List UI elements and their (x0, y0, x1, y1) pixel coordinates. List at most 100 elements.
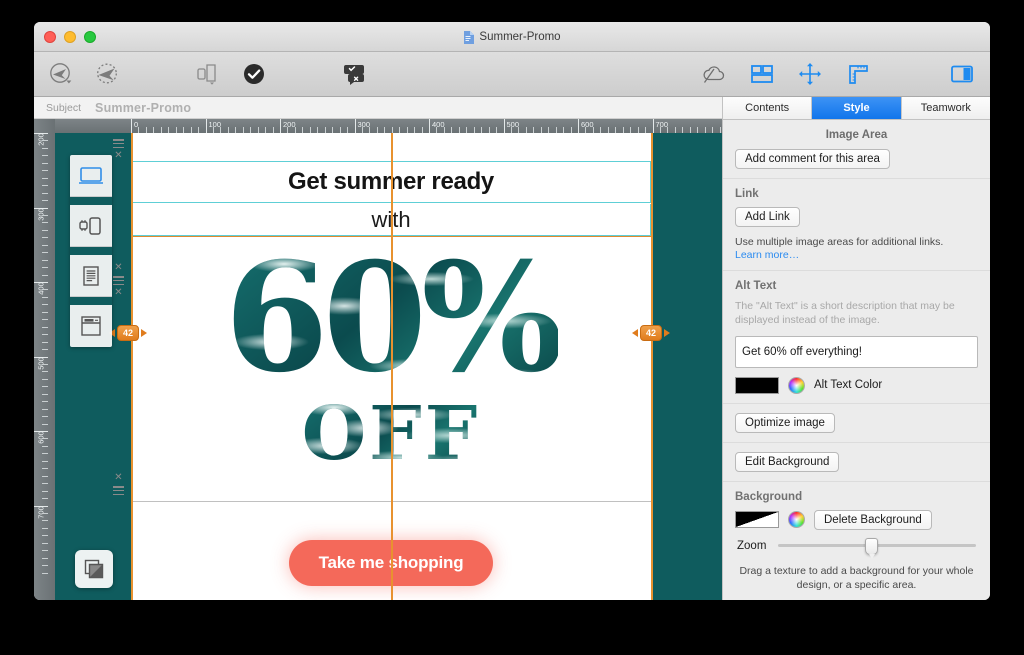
ruler-minor-tick (198, 127, 200, 133)
ruler-minor-tick (436, 127, 438, 133)
delete-block-icon-2[interactable]: ✕ (114, 263, 122, 273)
alt-text-heading: Alt Text (735, 280, 777, 293)
ruler-minor-tick (481, 127, 483, 133)
zoom-slider-knob[interactable] (865, 537, 879, 559)
ruler-minor-tick-v (42, 252, 48, 254)
ruler-minor-tick-v (42, 304, 48, 306)
ruler-minor-tick (265, 127, 267, 133)
tab-style[interactable]: Style (812, 97, 902, 119)
device-preview-icon[interactable] (192, 59, 224, 89)
ruler-minor-tick-v (42, 349, 48, 351)
ruler-minor-tick (466, 127, 468, 133)
ruler-minor-tick (697, 127, 699, 133)
ruler-minor-tick-v (42, 378, 48, 380)
mobile-watch-preview-icon[interactable] (70, 205, 112, 247)
delete-block-icon-4[interactable]: ✕ (114, 473, 122, 483)
drag-handle-icon-2[interactable] (113, 276, 124, 285)
layout-blocks-icon[interactable] (746, 59, 778, 89)
learn-more-link[interactable]: Learn more… (735, 249, 978, 261)
measure-badge-left-value: 42 (123, 328, 134, 338)
inspector-tabs[interactable]: Contents Style Teamwork (723, 97, 990, 120)
ruler-minor-tick-v (42, 177, 48, 179)
alt-text-color-swatch[interactable] (735, 376, 779, 394)
background-note: Drag a texture to add a background for y… (739, 564, 974, 591)
subject-bar[interactable]: Subject Summer-Promo (34, 97, 722, 119)
ruler-minor-tick (659, 127, 661, 133)
ruler-minor-tick (153, 127, 155, 133)
ruler-minor-tick (160, 127, 162, 133)
edit-background-section: Edit Background (723, 443, 990, 482)
ruler-minor-tick-v (42, 468, 48, 470)
vertical-ruler[interactable]: 200 300 400 500 600 700 (34, 119, 55, 600)
ruler-minor-tick (406, 127, 408, 133)
ruler-minor-tick (607, 127, 609, 133)
color-wheel-icon[interactable] (788, 376, 805, 394)
ruler-minor-tick (287, 127, 289, 133)
background-color-wheel-icon[interactable] (788, 511, 805, 529)
move-tool-icon[interactable] (794, 59, 826, 89)
ruler-minor-tick (585, 127, 587, 133)
add-link-button[interactable]: Add Link (735, 207, 800, 227)
guide-center[interactable] (391, 133, 393, 600)
background-color-swatch[interactable] (735, 511, 779, 529)
comments-icon[interactable] (338, 59, 370, 89)
inspector-scroll[interactable]: Image Area Add comment for this area Lin… (723, 120, 990, 600)
ruler-icon[interactable] (842, 59, 874, 89)
desktop-preview-icon[interactable] (70, 155, 112, 197)
strip-gap-2 (70, 247, 112, 255)
drag-handle-icon-3[interactable] (113, 486, 124, 495)
ruler-minor-tick (496, 127, 498, 133)
cloud-offline-icon[interactable] (698, 59, 730, 89)
delete-background-button[interactable]: Delete Background (814, 509, 932, 530)
horizontal-ruler[interactable]: 0 100 200 300 400 500 600 700 (55, 119, 722, 133)
tab-contents[interactable]: Contents (723, 97, 813, 119)
ruler-minor-tick-v (42, 200, 48, 202)
block-handles-mid[interactable]: ✕ ✕ (113, 263, 124, 298)
ruler-minor-tick-v (42, 438, 48, 440)
layers-button[interactable] (75, 550, 113, 588)
plain-text-preview-icon[interactable] (70, 255, 112, 297)
device-preview-strip[interactable] (70, 155, 112, 347)
ruler-minor-tick-v (42, 289, 48, 291)
ruler-minor-tick-v (42, 453, 48, 455)
ruler-minor-tick (384, 127, 386, 133)
optimize-section: Optimize image (723, 404, 990, 443)
optimize-image-button[interactable]: Optimize image (735, 412, 835, 433)
ruler-minor-tick (682, 127, 684, 133)
block-handles-top[interactable]: ✕ (113, 139, 124, 161)
strip-gap-1 (70, 197, 112, 205)
approve-check-icon[interactable] (238, 59, 270, 89)
send-icon[interactable] (92, 59, 124, 89)
alt-text-input[interactable] (735, 335, 978, 368)
drag-handle-icon[interactable] (113, 139, 124, 148)
ruler-minor-tick (220, 127, 222, 133)
ruler-minor-tick (145, 127, 147, 133)
ruler-minor-tick-v (42, 341, 48, 343)
edit-background-button[interactable]: Edit Background (735, 451, 840, 472)
send-later-icon[interactable] (46, 59, 78, 89)
ruler-minor-tick-v (42, 557, 48, 559)
email-client-preview-icon[interactable] (70, 305, 112, 347)
add-comment-button[interactable]: Add comment for this area (735, 149, 890, 169)
toggle-inspector-icon[interactable] (946, 59, 978, 89)
ruler-minor-tick (555, 127, 557, 133)
delete-block-icon[interactable]: ✕ (114, 151, 122, 161)
measure-badge-left: 42 (109, 325, 148, 341)
zoom-label: Zoom (737, 539, 767, 552)
ruler-minor-tick (347, 127, 349, 133)
canvas[interactable]: Get summer ready with 60% OFF Take me sh… (55, 133, 722, 600)
ruler-minor-tick-v (42, 147, 48, 149)
guide-right[interactable] (651, 133, 653, 600)
block-handles-bottom[interactable]: ✕ (113, 473, 124, 495)
ruler-minor-tick-v (42, 296, 48, 298)
zoom-slider-track[interactable] (778, 537, 976, 559)
ruler-minor-tick-v (42, 326, 48, 328)
image-area-title: Image Area (825, 129, 888, 141)
guide-left[interactable] (131, 133, 133, 600)
ruler-minor-tick (451, 127, 453, 133)
tab-teamwork[interactable]: Teamwork (901, 97, 990, 119)
subject-value[interactable]: Summer-Promo (95, 101, 191, 115)
delete-block-icon-3[interactable]: ✕ (114, 288, 122, 298)
alt-text-section: Alt Text The "Alt Text" is a short descr… (723, 271, 990, 404)
ruler-minor-tick-v (42, 162, 48, 164)
